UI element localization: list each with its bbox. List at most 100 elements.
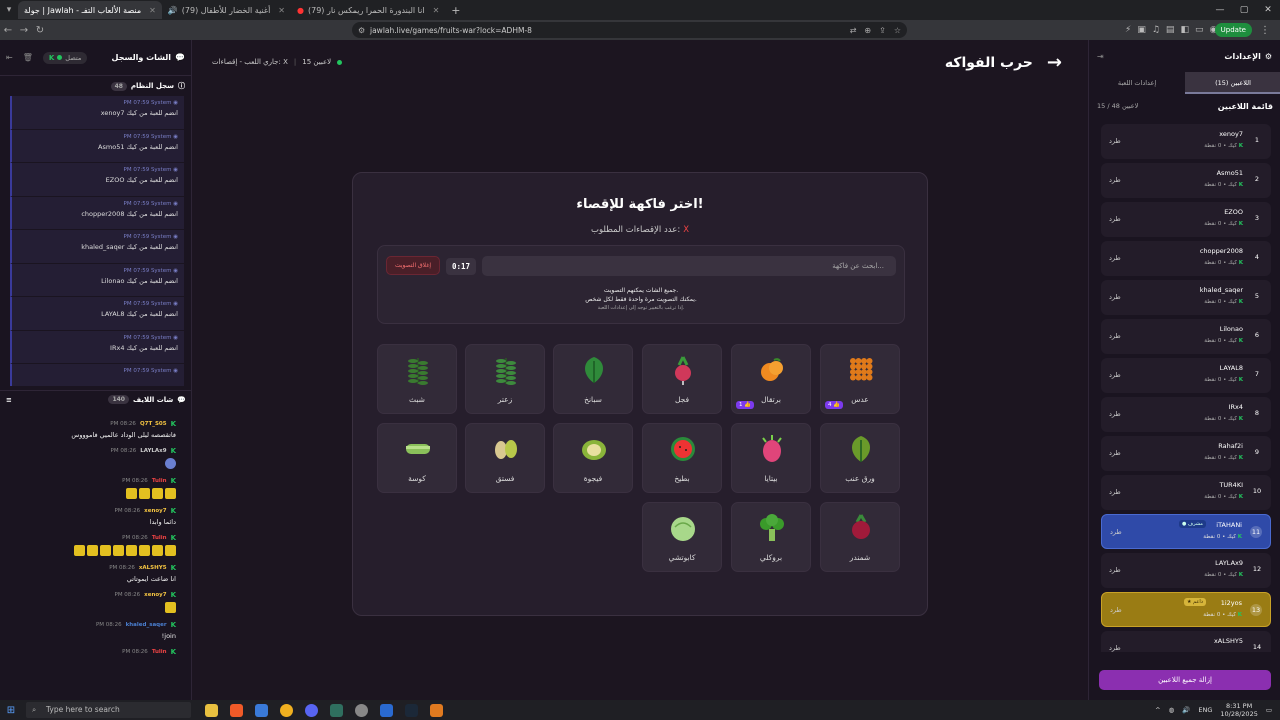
fruit-card[interactable]: فستق: [465, 423, 545, 493]
kick-player-button[interactable]: طرد: [1109, 410, 1121, 418]
windows-start-icon[interactable]: ⊞: [0, 705, 22, 716]
file-explorer-icon[interactable]: [205, 703, 218, 717]
bookmark-star-icon[interactable]: ☆: [894, 26, 901, 35]
close-vote-button[interactable]: إغلاق التصويت: [386, 256, 440, 275]
collapse-panel-icon[interactable]: ⇤: [6, 53, 13, 62]
fruit-card[interactable]: سبانخ: [553, 344, 633, 414]
volume-icon[interactable]: 🔊: [1182, 706, 1190, 714]
menu-icon[interactable]: ≡: [6, 396, 12, 404]
close-tab-icon[interactable]: ✕: [149, 6, 156, 15]
chat-username[interactable]: Tulin: [152, 478, 167, 484]
chat-username[interactable]: LAYLAx9: [140, 448, 166, 454]
url-field[interactable]: ⚙ jawlah.live/games/fruits-war?lock=ADHM…: [352, 22, 907, 38]
translate-icon[interactable]: ⇄: [850, 26, 857, 35]
new-tab-button[interactable]: +: [445, 4, 466, 17]
speaker-icon[interactable]: 🔊: [168, 6, 178, 15]
steam-icon[interactable]: [405, 703, 418, 717]
extension-icon[interactable]: ▣: [1137, 25, 1146, 35]
kick-player-button[interactable]: طرد: [1110, 528, 1122, 536]
remove-all-players-button[interactable]: إزالة جميع اللاعبين: [1099, 670, 1271, 690]
system-log-header[interactable]: 48 سجل النظام ⓘ: [0, 76, 191, 96]
chat-username[interactable]: xenoy7: [144, 508, 166, 514]
wallet-icon[interactable]: ▭: [1195, 25, 1204, 35]
tray-arrow-icon[interactable]: ^: [1155, 706, 1160, 714]
zoom-icon[interactable]: ⊕: [864, 26, 871, 35]
kick-player-button[interactable]: طرد: [1109, 293, 1121, 301]
tab-players[interactable]: اللاعبين (15): [1185, 72, 1280, 94]
fruit-card[interactable]: زعتر: [465, 344, 545, 414]
trash-icon[interactable]: 🗑: [23, 53, 33, 62]
app-icon[interactable]: [380, 703, 393, 717]
tab-game-settings[interactable]: إعدادات اللعبة: [1089, 72, 1185, 94]
excel-icon[interactable]: [330, 703, 343, 717]
fruit-card[interactable]: بيتايا: [731, 423, 811, 493]
browser-tab-jawlah[interactable]: جولة | Jawlah - منصة الألعاب التفـ ✕: [18, 1, 162, 19]
close-tab-icon[interactable]: ✕: [278, 6, 285, 15]
network-icon[interactable]: ◍: [1169, 706, 1175, 714]
kick-player-button[interactable]: طرد: [1109, 137, 1121, 145]
kick-player-button[interactable]: طرد: [1109, 254, 1121, 262]
fruit-search-input[interactable]: ابحث عن فاكهة...: [482, 256, 896, 276]
close-window-icon[interactable]: ✕: [1256, 0, 1280, 20]
kick-player-button[interactable]: طرد: [1109, 176, 1121, 184]
fruit-card[interactable]: فجل: [642, 344, 722, 414]
fruit-card[interactable]: شبث: [377, 344, 457, 414]
fruit-card[interactable]: شمندر: [820, 502, 900, 572]
log-meta: PM 07:59 System ◉: [123, 267, 178, 274]
taskbar-search-input[interactable]: Type here to search: [26, 702, 191, 718]
brave-browser-icon[interactable]: [230, 703, 243, 717]
app-icon[interactable]: [430, 703, 443, 717]
extension-icon[interactable]: ⚡: [1125, 25, 1131, 35]
chat-username[interactable]: Tulin: [152, 535, 167, 541]
chat-username[interactable]: xenoy7: [144, 592, 166, 598]
fruit-card[interactable]: بطيخ: [642, 423, 722, 493]
chat-username[interactable]: xALSHY5: [139, 565, 167, 571]
maximize-icon[interactable]: ▢: [1232, 0, 1256, 20]
update-button[interactable]: Update: [1214, 23, 1252, 37]
minimize-icon[interactable]: —: [1208, 0, 1232, 20]
kick-player-button[interactable]: طرد: [1109, 449, 1121, 457]
kick-player-button[interactable]: طرد: [1109, 566, 1121, 574]
fruit-card[interactable]: عدس 4 👍: [820, 344, 900, 414]
kick-player-button[interactable]: طرد: [1109, 644, 1121, 652]
fruit-card[interactable]: فيجوة: [553, 423, 633, 493]
fruit-card[interactable]: كابوتشي: [642, 502, 722, 572]
tab-search-icon[interactable]: ▾: [0, 0, 18, 20]
browser-menu-icon[interactable]: ⋮: [1260, 25, 1270, 36]
chat-username[interactable]: Tulin: [152, 649, 167, 655]
extension-icon[interactable]: ◧: [1180, 25, 1189, 35]
browser-tab-song2[interactable]: ● (79) انا البندورة الحمرا ريمكس نار ✕: [291, 1, 445, 19]
close-tab-icon[interactable]: ✕: [433, 6, 440, 15]
share-icon[interactable]: ⇪: [879, 26, 886, 35]
clock[interactable]: 8:31 PM 10/28/2025: [1220, 702, 1257, 718]
browser-tab-song1[interactable]: 🔊 (79) أغنية الخضار للأطفال ✕: [162, 1, 291, 19]
kick-player-button[interactable]: طرد: [1109, 371, 1121, 379]
player-number: 4: [1254, 253, 1260, 261]
back-icon[interactable]: ←: [0, 25, 16, 36]
store-icon[interactable]: [255, 703, 268, 717]
forward-icon[interactable]: →: [16, 25, 32, 36]
obs-icon[interactable]: [355, 703, 368, 717]
kick-player-button[interactable]: طرد: [1109, 215, 1121, 223]
app-icon[interactable]: [280, 703, 293, 717]
language-indicator[interactable]: ENG: [1198, 706, 1212, 714]
chat-username[interactable]: Q7T_S05: [140, 421, 167, 427]
kick-player-button[interactable]: طرد: [1110, 606, 1122, 614]
fruit-card[interactable]: بروكلي: [731, 502, 811, 572]
vote-info: جميع الشات يمكنهم التصويت. يمكنك التصويت…: [585, 287, 697, 311]
fruit-card[interactable]: ورق عنب: [820, 423, 900, 493]
player-number: 6: [1254, 331, 1260, 339]
kick-player-button[interactable]: طرد: [1109, 488, 1121, 496]
notification-icon[interactable]: ▭: [1266, 706, 1272, 714]
kick-player-button[interactable]: طرد: [1109, 332, 1121, 340]
extension-icon[interactable]: ▤: [1166, 25, 1175, 35]
chat-username[interactable]: khaled_saqer: [126, 622, 167, 628]
extension-icon[interactable]: ♫: [1152, 25, 1160, 35]
site-info-icon[interactable]: ⚙: [358, 26, 365, 35]
discord-icon[interactable]: [305, 703, 318, 717]
fruit-card[interactable]: كوسة: [377, 423, 457, 493]
back-arrow-icon[interactable]: →: [1047, 52, 1062, 73]
reload-icon[interactable]: ↻: [32, 25, 48, 36]
collapse-panel-icon[interactable]: ⇥: [1097, 52, 1104, 61]
fruit-card[interactable]: برتقال 1 👍: [731, 344, 811, 414]
